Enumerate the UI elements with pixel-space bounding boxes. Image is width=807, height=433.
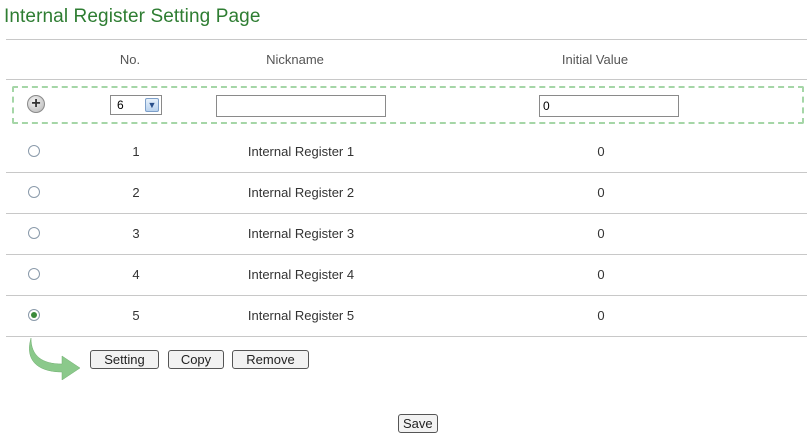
copy-button[interactable]: Copy: [168, 350, 224, 369]
row-radio[interactable]: [28, 268, 40, 280]
table-row: 3 Internal Register 3 0: [6, 214, 807, 255]
row-initial-value: 0: [597, 185, 605, 200]
row-initial-value: 0: [597, 267, 605, 282]
table-row: 1 Internal Register 1 0: [6, 132, 807, 173]
row-initial-value: 0: [597, 226, 605, 241]
chevron-down-icon[interactable]: ▼: [145, 98, 159, 112]
row-nickname: Internal Register 5: [247, 308, 355, 323]
page-title: Internal Register Setting Page: [4, 6, 261, 27]
row-initial-value: 0: [597, 144, 605, 159]
row-nickname: Internal Register 2: [247, 185, 355, 200]
row-radio[interactable]: [28, 145, 40, 157]
setting-button[interactable]: Setting: [90, 350, 159, 369]
column-header-no: No.: [119, 52, 141, 67]
row-radio[interactable]: [28, 227, 40, 239]
remove-button[interactable]: Remove: [232, 350, 309, 369]
register-number-select-value: 6: [117, 98, 124, 112]
save-button[interactable]: Save: [398, 414, 438, 433]
table-row: 5 Internal Register 5 0: [6, 296, 807, 337]
row-no: 2: [132, 185, 140, 200]
row-no: 3: [132, 226, 140, 241]
row-nickname: Internal Register 3: [247, 226, 355, 241]
nickname-input[interactable]: [216, 95, 386, 117]
table-row: 2 Internal Register 2 0: [6, 173, 807, 214]
initial-value-input[interactable]: 0: [539, 95, 679, 117]
add-register-row: + 6 ▼ 0: [12, 86, 804, 124]
row-nickname: Internal Register 4: [247, 267, 355, 282]
row-initial-value: 0: [597, 308, 605, 323]
row-no: 5: [132, 308, 140, 323]
curved-arrow-icon: [29, 337, 81, 380]
row-radio[interactable]: [28, 186, 40, 198]
register-number-select[interactable]: 6 ▼: [110, 95, 162, 115]
row-nickname: Internal Register 1: [247, 144, 355, 159]
column-header-nickname: Nickname: [266, 52, 324, 67]
header-bottom-divider: [6, 79, 807, 80]
row-radio-selected[interactable]: [28, 309, 40, 321]
row-no: 1: [132, 144, 140, 159]
column-header-initial-value: Initial Value: [561, 52, 629, 67]
table-row: 4 Internal Register 4 0: [6, 255, 807, 296]
row-no: 4: [132, 267, 140, 282]
add-icon[interactable]: +: [27, 95, 45, 113]
